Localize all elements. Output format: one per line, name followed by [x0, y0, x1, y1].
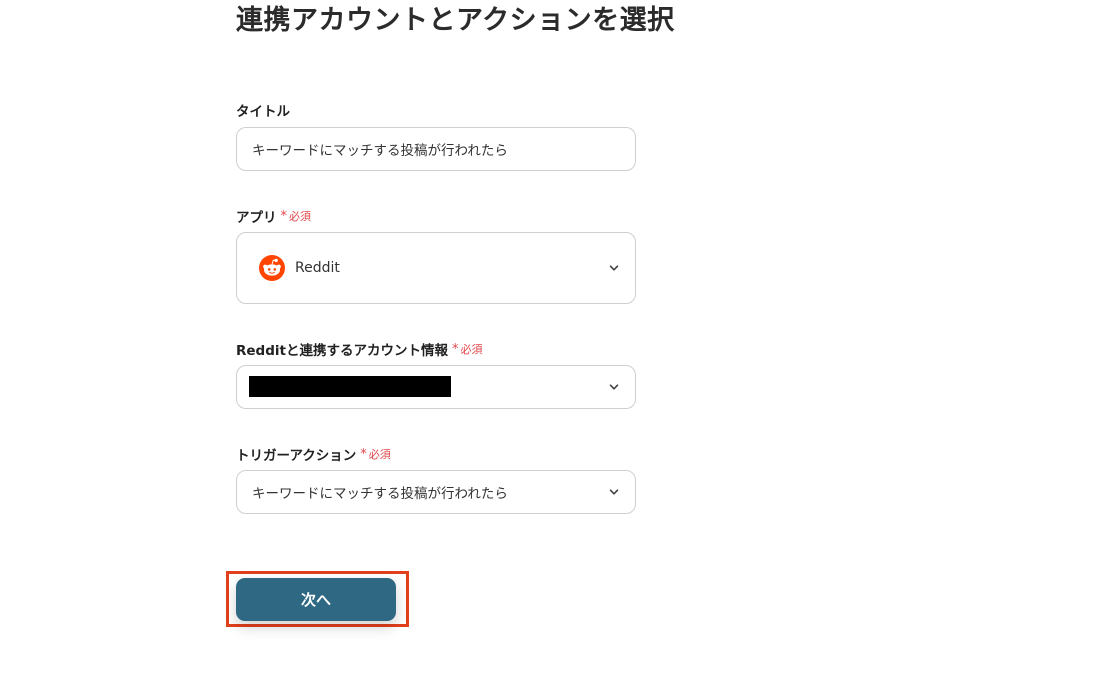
app-select[interactable]: Reddit — [236, 232, 636, 304]
redacted-account-name — [249, 376, 451, 397]
next-button[interactable]: 次へ — [236, 578, 396, 621]
chevron-down-icon[interactable] — [609, 382, 619, 392]
required-asterisk: * — [360, 446, 367, 462]
reddit-icon — [259, 255, 285, 281]
trigger-field-label: トリガーアクション * 必須 — [236, 444, 391, 465]
title-field-label-text: タイトル — [236, 104, 290, 120]
required-asterisk: * — [451, 341, 459, 357]
app-field-label: アプリ * 必須 — [236, 206, 312, 227]
required-badge: * 必須 — [452, 341, 483, 357]
account-field-label: Redditと連携するアカウント情報 * 必須 — [236, 339, 483, 360]
trigger-action-select[interactable]: キーワードにマッチする投稿が行われたら — [236, 470, 636, 514]
page-title: 連携アカウントとアクションを選択 — [236, 5, 675, 36]
trigger-action-select-value: キーワードにマッチする投稿が行われたら — [252, 486, 508, 502]
required-text: 必須 — [289, 210, 311, 223]
title-input-value[interactable]: キーワードにマッチする投稿が行われたら — [252, 139, 508, 159]
account-field-label-text: Redditと連携するアカウント情報 — [236, 343, 448, 359]
app-field-label-text: アプリ — [236, 210, 277, 226]
required-text: 必須 — [368, 448, 391, 461]
chevron-down-icon[interactable] — [609, 487, 619, 497]
chevron-down-icon[interactable] — [609, 263, 619, 273]
title-input[interactable]: キーワードにマッチする投稿が行われたら — [236, 127, 636, 171]
required-text: 必須 — [460, 343, 483, 356]
required-badge: * 必須 — [281, 208, 312, 224]
required-asterisk: * — [280, 208, 288, 224]
trigger-field-label-text: トリガーアクション — [236, 448, 357, 464]
required-badge: * 必須 — [360, 446, 391, 462]
title-field-label: タイトル — [236, 100, 290, 120]
account-select[interactable] — [236, 365, 636, 409]
app-select-value: Reddit — [295, 260, 340, 276]
